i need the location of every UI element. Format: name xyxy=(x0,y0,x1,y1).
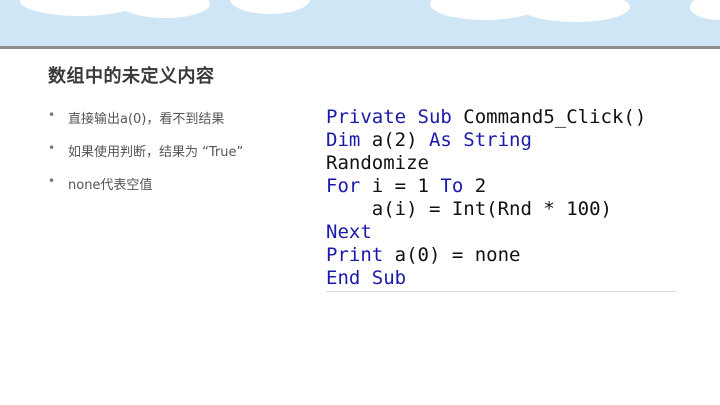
code-token: Command5_Click() xyxy=(463,106,647,128)
code-line: End Sub xyxy=(326,267,676,290)
bullet-marker: • xyxy=(48,174,56,188)
code-line: Print a(0) = none xyxy=(326,244,676,267)
cloud-shape xyxy=(230,0,310,14)
cloud-shape xyxy=(120,0,210,18)
code-keyword: Next xyxy=(326,221,372,243)
code-line: a(i) = Int(Rnd * 100) xyxy=(326,198,676,221)
bullet-item: • 直接输出a(0)，看不到结果 xyxy=(48,108,243,141)
code-keyword: Dim xyxy=(326,129,372,151)
code-line: Private Sub Command5_Click() xyxy=(326,106,676,129)
code-keyword: End Sub xyxy=(326,267,407,289)
bullet-text: none代表空值 xyxy=(68,178,153,193)
code-line: For i = 1 To 2 xyxy=(326,175,676,198)
cloud-banner xyxy=(0,0,720,46)
code-line: Randomize xyxy=(326,152,676,175)
bullet-marker: • xyxy=(48,141,56,155)
code-line: Next xyxy=(326,221,676,244)
bullet-item: • 如果使用判断，结果为 “True” xyxy=(48,141,243,174)
bullet-text: 直接输出a(0)，看不到结果 xyxy=(68,112,225,127)
code-line: Dim a(2) As String xyxy=(326,129,676,152)
header-divider xyxy=(0,46,720,49)
code-keyword: To xyxy=(440,175,475,197)
code-token: a(0) = none xyxy=(394,244,521,266)
bullet-list: • 直接输出a(0)，看不到结果 • 如果使用判断，结果为 “True” • n… xyxy=(48,108,243,207)
code-block: Private Sub Command5_Click() Dim a(2) As … xyxy=(326,106,676,292)
code-keyword: For xyxy=(326,175,372,197)
code-token: a(2) xyxy=(371,129,429,151)
cloud-shape xyxy=(520,0,630,22)
code-token: a(i) = Int(Rnd * 100) xyxy=(326,198,612,220)
code-keyword: Private Sub xyxy=(326,106,464,128)
code-keyword: As String xyxy=(428,129,532,151)
code-keyword: Print xyxy=(326,244,395,266)
bullet-item: • none代表空值 xyxy=(48,174,243,207)
code-token: 2 xyxy=(474,175,487,197)
code-token: i = 1 xyxy=(371,175,441,197)
code-token: Randomize xyxy=(326,152,429,174)
bullet-marker: • xyxy=(48,108,56,122)
slide-title: 数组中的未定义内容 xyxy=(48,66,215,87)
cloud-shape xyxy=(690,0,720,20)
bullet-text: 如果使用判断，结果为 “True” xyxy=(68,145,244,160)
